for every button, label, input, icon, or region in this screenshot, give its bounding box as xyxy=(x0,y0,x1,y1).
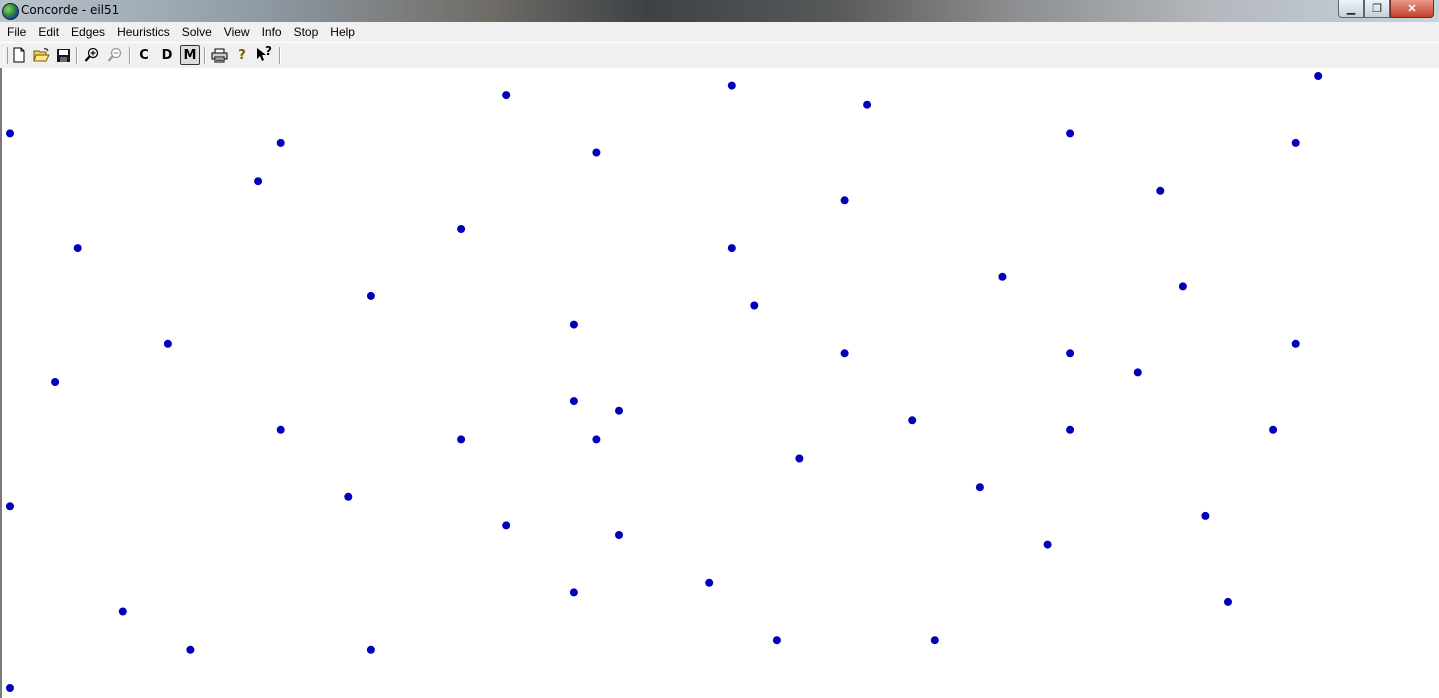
toolbar-separator xyxy=(279,47,281,64)
city-node[interactable] xyxy=(6,502,14,511)
context-help-label: ? xyxy=(265,44,272,58)
menu-view[interactable]: View xyxy=(218,23,256,41)
open-folder-icon xyxy=(32,47,50,61)
city-node[interactable] xyxy=(186,645,195,654)
city-node[interactable] xyxy=(569,320,578,329)
city-node[interactable] xyxy=(750,301,759,310)
city-node[interactable] xyxy=(502,91,511,100)
toolbar: C D M ? ? xyxy=(0,42,1439,69)
city-node[interactable] xyxy=(163,339,172,348)
city-node[interactable] xyxy=(51,378,60,386)
city-node[interactable] xyxy=(705,578,714,587)
city-node[interactable] xyxy=(1066,349,1075,358)
city-node[interactable] xyxy=(502,521,511,530)
menu-stop[interactable]: Stop xyxy=(288,23,325,41)
c-mode-button[interactable]: C xyxy=(134,45,154,65)
help-button[interactable]: ? xyxy=(232,45,252,65)
zoom-out-button[interactable] xyxy=(105,45,125,65)
new-file-icon xyxy=(13,47,25,63)
save-file-button[interactable] xyxy=(53,45,73,65)
city-node[interactable] xyxy=(73,244,82,253)
menu-info[interactable]: Info xyxy=(256,23,288,41)
city-node[interactable] xyxy=(569,397,578,406)
window-controls: ▁ ❐ ✕ xyxy=(1338,0,1434,18)
city-node[interactable] xyxy=(930,636,939,645)
city-node[interactable] xyxy=(727,244,736,253)
m-mode-button[interactable]: M xyxy=(180,45,200,65)
window-title: Concorde - eil51 xyxy=(21,3,120,17)
city-node[interactable] xyxy=(840,196,849,205)
zoom-in-icon xyxy=(84,47,99,62)
city-node[interactable] xyxy=(276,138,285,147)
zoom-out-icon xyxy=(107,47,122,62)
city-node[interactable] xyxy=(727,81,736,90)
zoom-in-button[interactable] xyxy=(82,45,102,65)
city-node[interactable] xyxy=(615,406,623,415)
city-node[interactable] xyxy=(254,177,263,186)
city-node[interactable] xyxy=(1224,597,1232,606)
toolbar-separator xyxy=(76,47,78,64)
city-node[interactable] xyxy=(1156,186,1165,195)
city-node[interactable] xyxy=(772,636,781,645)
toolbar-separator xyxy=(204,47,206,64)
city-node[interactable] xyxy=(1291,138,1300,147)
menu-bar: File Edit Edges Heuristics Solve View In… xyxy=(0,22,1439,42)
menu-heuristics[interactable]: Heuristics xyxy=(111,23,176,41)
title-bar[interactable]: Concorde - eil51 ▁ ❐ ✕ xyxy=(0,0,1439,23)
city-node[interactable] xyxy=(1133,368,1142,377)
tour-canvas[interactable] xyxy=(0,68,1439,698)
floppy-disk-icon xyxy=(56,48,70,62)
menu-file[interactable]: File xyxy=(0,23,32,41)
city-node[interactable] xyxy=(840,349,849,358)
new-file-button[interactable] xyxy=(9,45,29,65)
city-node[interactable] xyxy=(6,684,14,692)
minimize-button[interactable]: ▁ xyxy=(1338,0,1364,18)
menu-edges[interactable]: Edges xyxy=(65,23,111,41)
city-node[interactable] xyxy=(118,607,127,616)
city-node[interactable] xyxy=(863,100,872,109)
city-node[interactable] xyxy=(457,225,466,233)
city-node[interactable] xyxy=(1201,511,1210,520)
city-node[interactable] xyxy=(569,588,578,597)
toolbar-grip[interactable] xyxy=(3,47,8,64)
city-node[interactable] xyxy=(1178,282,1187,291)
open-file-button[interactable] xyxy=(31,45,51,65)
city-node[interactable] xyxy=(908,416,917,425)
city-node[interactable] xyxy=(1066,129,1075,138)
context-help-button[interactable]: ? xyxy=(255,44,275,65)
city-node[interactable] xyxy=(1314,72,1323,80)
city-node[interactable] xyxy=(1291,339,1300,348)
city-node[interactable] xyxy=(975,483,984,492)
city-node[interactable] xyxy=(592,148,601,157)
city-node[interactable] xyxy=(795,454,804,463)
menu-solve[interactable]: Solve xyxy=(176,23,218,41)
city-node[interactable] xyxy=(344,492,353,501)
city-node[interactable] xyxy=(457,435,466,444)
close-button[interactable]: ✕ xyxy=(1390,0,1434,18)
d-mode-button[interactable]: D xyxy=(157,45,177,65)
toolbar-separator xyxy=(129,47,131,64)
city-node[interactable] xyxy=(366,291,375,300)
node-plot[interactable] xyxy=(2,68,1439,698)
city-node[interactable] xyxy=(1043,540,1052,549)
city-node[interactable] xyxy=(366,645,375,654)
menu-edit[interactable]: Edit xyxy=(32,23,65,41)
maximize-button[interactable]: ❐ xyxy=(1364,0,1390,18)
city-node[interactable] xyxy=(998,272,1007,281)
city-node[interactable] xyxy=(1269,425,1278,434)
city-node[interactable] xyxy=(592,435,601,444)
city-node[interactable] xyxy=(1066,425,1075,434)
printer-icon xyxy=(211,48,227,62)
menu-help[interactable]: Help xyxy=(324,23,361,41)
city-node[interactable] xyxy=(276,425,285,434)
print-button[interactable] xyxy=(209,45,229,65)
city-node[interactable] xyxy=(615,531,623,539)
concorde-globe-icon[interactable] xyxy=(2,3,19,20)
city-node[interactable] xyxy=(6,129,14,138)
